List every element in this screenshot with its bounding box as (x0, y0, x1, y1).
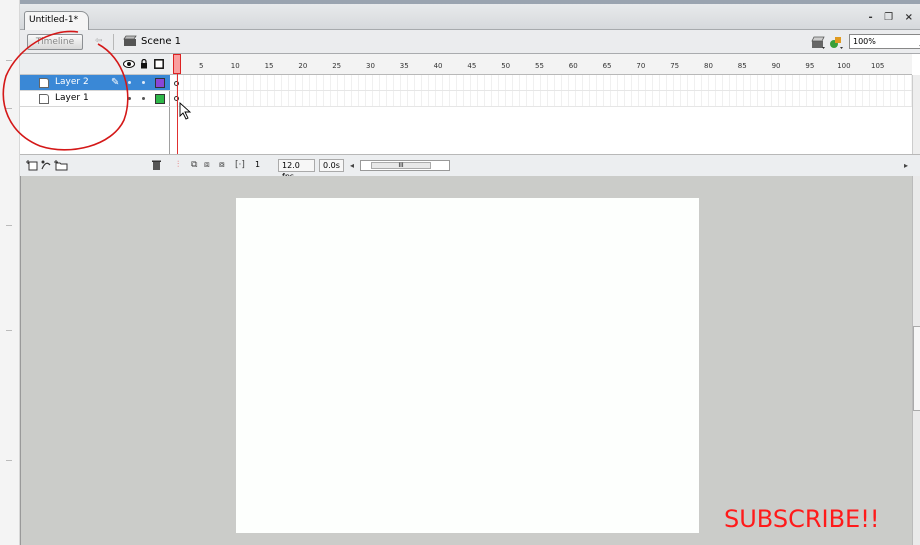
ruler-tick-label: 75 (670, 62, 680, 70)
timeline-status-bar: ⫶ ⧉ ⧈ ⧇ [·] 1 12.0 fps 0.0s ◂ III ▸ (20, 154, 920, 181)
modify-onion-markers-icon[interactable]: [·] (235, 160, 245, 171)
mouse-cursor-icon (179, 102, 192, 120)
stage-canvas[interactable] (236, 198, 699, 533)
document-tab[interactable]: Untitled-1* (24, 11, 90, 30)
scrollbar-thumb[interactable]: III (371, 162, 431, 169)
eye-icon[interactable] (123, 59, 135, 69)
pencil-icon: ✎ (111, 77, 120, 88)
lock-dot[interactable] (142, 97, 145, 100)
scrollbar-thumb[interactable] (913, 326, 920, 411)
layer-header (20, 54, 170, 75)
add-guide-layer-icon[interactable] (40, 159, 52, 171)
left-edge-strip (0, 0, 20, 545)
scroll-left-icon[interactable]: ◂ (350, 160, 354, 171)
ruler-tick-label: 45 (467, 62, 477, 70)
scroll-right-icon[interactable]: ▸ (904, 160, 908, 171)
zoom-dropdown[interactable]: 100% ▼ (849, 34, 920, 51)
window-controls[interactable]: - ❐ × (869, 12, 917, 23)
ruler-tick-label: 60 (568, 62, 578, 70)
frame-row-layer-2[interactable] (170, 75, 912, 91)
ruler-tick-label: 55 (535, 62, 544, 70)
subscribe-overlay-text: SUBSCRIBE!! (724, 505, 880, 533)
ruler-tick-label: 90 (771, 62, 781, 70)
ruler-tick-label: 40 (433, 62, 443, 70)
edit-scene-icon[interactable] (810, 34, 826, 50)
layer-icon (39, 94, 49, 104)
stage-workspace (20, 176, 912, 545)
scene-clapper-icon (123, 35, 137, 46)
layer-name: Layer 1 (55, 93, 89, 103)
frame-row-layer-1[interactable] (170, 91, 912, 107)
layer-row-layer-1[interactable]: Layer 1 (20, 91, 170, 107)
ruler-tick-label: 65 (602, 62, 612, 70)
zoom-value: 100% (853, 37, 876, 46)
ruler-tick-label: 95 (805, 62, 815, 70)
ruler-tick-label: 15 (264, 62, 274, 70)
ruler-tick-label: 70 (636, 62, 646, 70)
frames-panel[interactable]: 5 10 15 20 25 30 35 40 45 50 55 60 65 70 75 80 85 90 95 100… (170, 54, 912, 154)
onion-skin-outlines-icon[interactable]: ⧈ (204, 160, 210, 171)
stage-vertical-scrollbar[interactable] (912, 176, 920, 545)
trash-icon[interactable] (151, 159, 162, 171)
timeline-vertical-scrollbar[interactable] (912, 75, 920, 154)
current-frame: 1 (255, 160, 261, 169)
layer-row-layer-2[interactable]: Layer 2 ✎ (20, 75, 170, 91)
layer-icon (39, 78, 49, 88)
timeline-horizontal-scrollbar[interactable]: III (360, 160, 450, 171)
ruler-tick-label: 80 (704, 62, 713, 70)
back-arrow-icon[interactable]: ⇦ (95, 36, 103, 48)
elapsed-time: 0.0s (319, 159, 344, 172)
ruler-tick-label: 85 (737, 62, 747, 70)
ruler-tick-label: 35 (399, 62, 409, 70)
ruler-tick-label: 25 (332, 62, 342, 70)
layer-name: Layer 2 (55, 77, 89, 87)
lock-icon[interactable] (139, 59, 149, 69)
edit-bar: Timeline ⇦ Scene 1 100% ▼ (20, 30, 920, 54)
outline-color-swatch[interactable] (155, 94, 165, 104)
frame-ruler[interactable]: 5 10 15 20 25 30 35 40 45 50 55 60 65 70 75 80 85 90 95 100… (170, 54, 912, 75)
center-frame-icon[interactable]: ⫶ (177, 160, 179, 171)
lock-dot[interactable] (142, 81, 145, 84)
scene-label: Scene 1 (141, 36, 182, 47)
ruler-tick-label: 50 (501, 62, 511, 70)
visibility-dot[interactable] (128, 97, 131, 100)
ruler-tick-label: 100 (837, 62, 851, 70)
ruler-tick-label: 10 (230, 62, 240, 70)
ruler-tick-label: 5 (199, 62, 204, 70)
outline-icon[interactable] (154, 59, 164, 69)
ruler-tick-label: 30 (366, 62, 375, 70)
ruler-tick-label: 105 (871, 62, 885, 70)
onion-skin-icon[interactable]: ⧉ (191, 160, 197, 171)
toolbar-separator (113, 34, 114, 50)
timeline-panel: Layer 2 ✎ Layer 1 5 10 15 20 25 30 35 40 45 50 55 6… (20, 54, 920, 181)
timeline-toggle-button[interactable]: Timeline (27, 34, 83, 50)
ruler-tick-label: 20 (298, 62, 308, 70)
edit-symbols-icon[interactable] (828, 34, 844, 50)
edit-multiple-frames-icon[interactable]: ⧇ (219, 160, 225, 171)
frame-rate[interactable]: 12.0 fps (278, 159, 315, 181)
insert-layer-icon[interactable] (26, 159, 38, 171)
insert-folder-icon[interactable] (54, 159, 68, 171)
document-tab-bar: Untitled-1* - ❐ × (20, 4, 920, 30)
outline-color-swatch[interactable] (155, 78, 165, 88)
visibility-dot[interactable] (128, 81, 131, 84)
playhead[interactable] (173, 54, 181, 74)
playhead-line (177, 74, 178, 154)
